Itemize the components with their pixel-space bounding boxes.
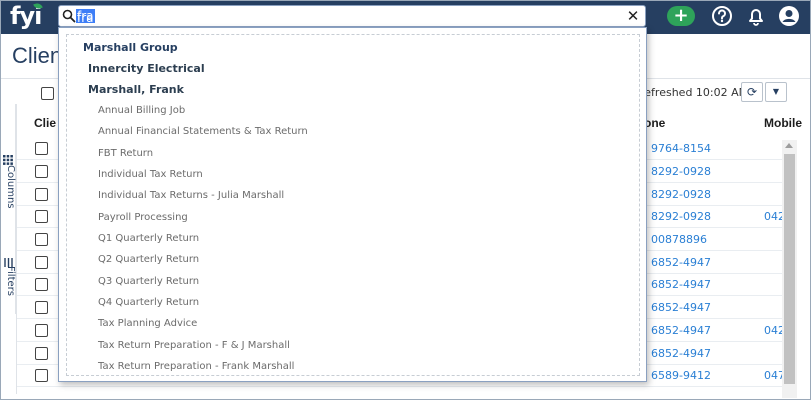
plus-icon: + (673, 5, 689, 26)
result-client-item[interactable]: Innercity Electrical (88, 62, 205, 75)
phone-link[interactable]: 8292-0928 (651, 210, 711, 223)
add-button[interactable]: + (667, 6, 695, 26)
phone-link[interactable]: 00878896 (651, 233, 707, 246)
search-results-dropdown: Marshall Group Innercity Electrical Mars… (58, 27, 647, 382)
filters-tab-label: Filters (5, 266, 16, 296)
scroll-up-arrow-icon[interactable] (785, 143, 793, 148)
result-job-item[interactable]: Individual Tax Returns - Julia Marshall (98, 190, 284, 201)
phone-link[interactable]: 8292-0928 (651, 188, 711, 201)
refresh-button[interactable]: ⟳ (741, 82, 763, 102)
row-checkbox[interactable] (35, 142, 48, 155)
row-checkbox[interactable] (35, 165, 48, 178)
result-job-item[interactable]: Q3 Quarterly Return (98, 276, 199, 287)
phone-link[interactable]: 6852-4947 (651, 301, 711, 314)
result-job-item[interactable]: FBT Return (98, 148, 153, 159)
global-search[interactable]: fra ✕ (58, 5, 646, 27)
column-header-mobile[interactable]: Mobile (764, 116, 802, 130)
search-results-list: Marshall Group Innercity Electrical Mars… (66, 34, 640, 376)
bell-icon[interactable] (745, 5, 767, 27)
result-job-item[interactable]: Individual Tax Return (98, 169, 203, 180)
phone-link[interactable]: 8292-0928 (651, 165, 711, 178)
result-job-item[interactable]: Tax Return Preparation - F & J Marshall (98, 340, 290, 351)
result-job-item[interactable]: Q1 Quarterly Return (98, 233, 199, 244)
select-all-checkbox[interactable] (41, 87, 54, 100)
phone-link[interactable]: 6852-4947 (651, 347, 711, 360)
row-checkbox[interactable] (35, 324, 48, 337)
result-job-item[interactable]: Q2 Quarterly Return (98, 254, 199, 265)
filter-icon (4, 254, 13, 267)
column-header-client[interactable]: Clie (34, 116, 56, 130)
row-checkbox[interactable] (35, 188, 48, 201)
phone-link[interactable]: 6852-4947 (651, 278, 711, 291)
options-dropdown-button[interactable]: ▼ (765, 82, 787, 102)
question-circle-icon[interactable] (711, 5, 733, 27)
result-job-item[interactable]: Tax Planning Advice (98, 318, 197, 329)
result-job-item[interactable]: Annual Financial Statements & Tax Return (98, 126, 308, 137)
row-checkbox[interactable] (35, 210, 48, 223)
result-group-item[interactable]: Marshall Group (83, 41, 178, 54)
row-checkbox[interactable] (35, 347, 48, 360)
row-checkbox[interactable] (35, 301, 48, 314)
result-client-item[interactable]: Marshall, Frank (88, 83, 184, 96)
phone-link[interactable]: 9764-8154 (651, 142, 711, 155)
fyi-logo[interactable]: fyi (10, 1, 43, 30)
refresh-icon: ⟳ (746, 85, 758, 99)
user-circle-icon[interactable] (778, 5, 800, 27)
scrollbar-thumb[interactable] (784, 154, 795, 384)
result-job-item[interactable]: Q4 Quarterly Return (98, 297, 199, 308)
row-checkbox[interactable] (35, 369, 48, 382)
phone-link[interactable]: 6852-4947 (651, 324, 711, 337)
phone-link[interactable]: 6589-9412 (651, 369, 711, 382)
result-job-item[interactable]: Annual Billing Job (98, 105, 185, 116)
search-input[interactable] (77, 8, 617, 24)
last-refreshed-text: refreshed 10:02 AM) (640, 86, 753, 99)
grid-icon (3, 152, 13, 165)
result-job-item[interactable]: Tax Return Preparation - Frank Marshall (98, 361, 294, 372)
column-header-phone[interactable]: one (644, 116, 665, 130)
caret-down-icon: ▼ (772, 87, 780, 96)
close-icon[interactable]: ✕ (626, 7, 640, 25)
row-checkbox[interactable] (35, 256, 48, 269)
columns-tab-label: Columns (5, 165, 16, 209)
result-job-item[interactable]: Payroll Processing (98, 212, 188, 223)
search-icon (62, 9, 76, 23)
columns-side-tab[interactable]: Columns (0, 104, 16, 224)
filters-side-tab[interactable]: Filters (0, 224, 16, 314)
row-checkbox[interactable] (35, 233, 48, 246)
phone-link[interactable]: 6852-4947 (651, 256, 711, 269)
row-checkbox[interactable] (35, 278, 48, 291)
